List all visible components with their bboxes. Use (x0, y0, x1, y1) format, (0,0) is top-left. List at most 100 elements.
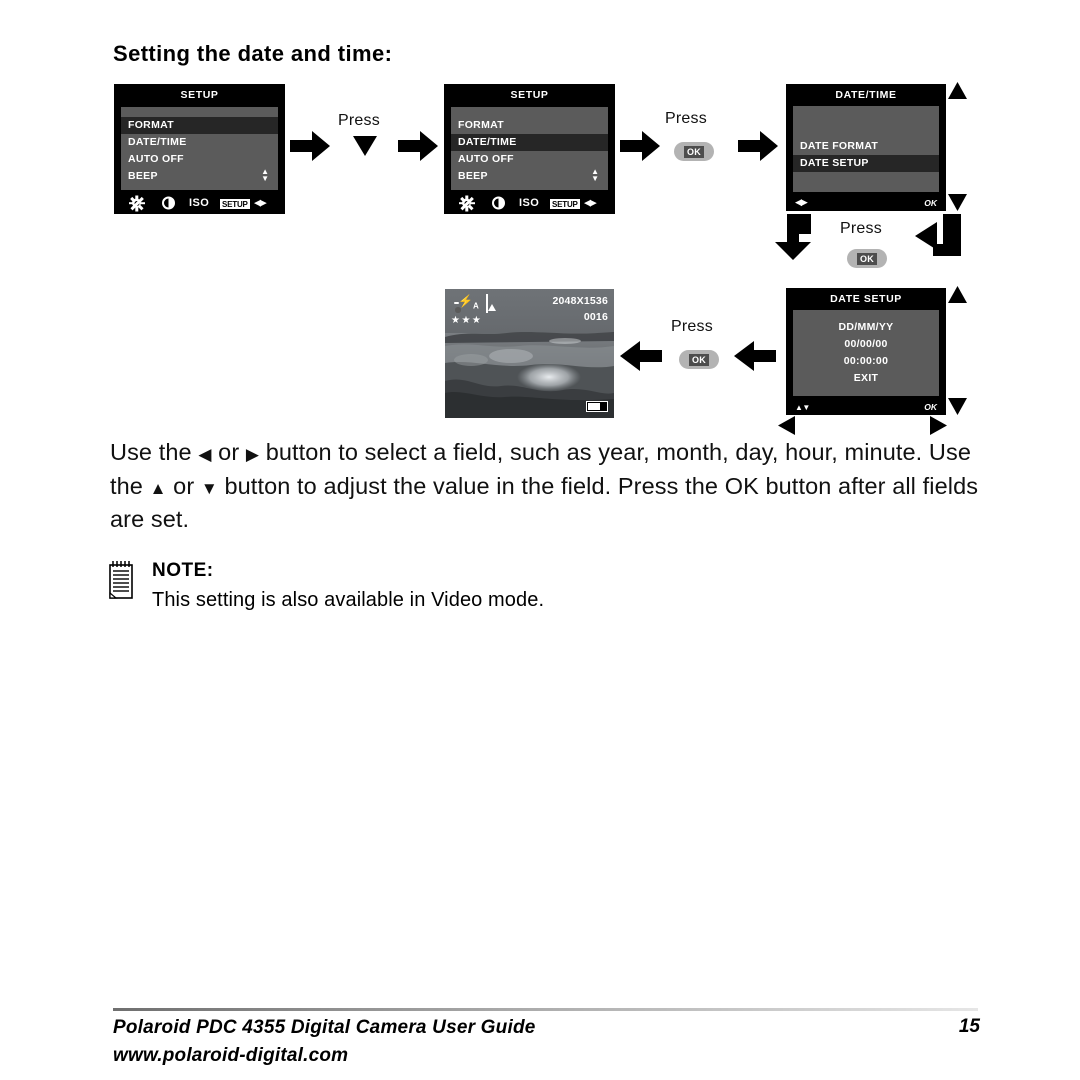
menu-item-date-setup[interactable]: DATE SETUP (793, 155, 939, 172)
scroll-up-down-icon: ▲ ▼ (591, 167, 599, 183)
down-triangle-icon: ▼ (200, 478, 218, 498)
contrast-icon[interactable] (492, 196, 505, 210)
menu-item-label: DATE SETUP (800, 157, 869, 169)
up-triangle-icon: ▲ (149, 478, 167, 498)
right-triangle-icon: ▶ (245, 445, 260, 464)
preview-mode-icon-group: ⚡A (451, 294, 488, 313)
footer-title: Polaroid PDC 4355 Digital Camera User Gu… (113, 1017, 536, 1038)
menu-item-label: AUTO OFF (458, 153, 514, 165)
time-value: 00:00:00 (843, 355, 889, 367)
flow-arrow-elbow-left (915, 214, 961, 256)
menu-item-beep[interactable]: BEEP (121, 168, 278, 185)
para-part-5: button to adjust the value in the field.… (110, 472, 979, 533)
menu-item-autooff[interactable]: AUTO OFF (121, 151, 278, 168)
ok-button-4[interactable]: OK (679, 350, 719, 369)
flow-arrow-elbow-down (775, 214, 817, 260)
menu-item-label: DATE/TIME (128, 136, 187, 148)
footer-url: www.polaroid-digital.com (113, 1045, 349, 1066)
menu-item-label: BEEP (458, 170, 488, 182)
ok-button-2[interactable]: OK (674, 142, 714, 161)
flow-arrow-right-4 (738, 131, 778, 161)
date-value-field[interactable]: 00/00/00 (793, 336, 939, 353)
menu-item-label: AUTO OFF (128, 153, 184, 165)
lcd-screen-datetime: DATE/TIME DATE FORMAT DATE SETUP ◀▶ OK (786, 84, 946, 211)
date-fields-panel: DD/MM/YY 00/00/00 00:00:00 EXIT (793, 310, 939, 396)
menu-item-beep[interactable]: BEEP (451, 168, 608, 185)
exit-label: EXIT (853, 372, 879, 384)
contrast-icon[interactable] (162, 196, 175, 210)
flow-arrow-left-1 (734, 341, 776, 371)
nav-right-triangle-datesetup[interactable] (930, 416, 947, 435)
flow-arrow-right-2 (398, 131, 438, 161)
menu-item-autooff[interactable]: AUTO OFF (451, 151, 608, 168)
press-label-1: Press (338, 112, 380, 129)
up-down-icon: ▲▼ (795, 403, 810, 412)
nav-up-triangle-datetime[interactable] (948, 82, 967, 99)
ok-button-3[interactable]: OK (847, 249, 887, 268)
lcd-screen-date-setup: DATE SETUP DD/MM/YY 00/00/00 00:00:00 EX… (786, 288, 946, 415)
sun-icon[interactable] (128, 195, 145, 211)
screen-title: DATE SETUP (830, 293, 902, 305)
menu-tab-bar: ISO SETUP ◀▶ (444, 192, 615, 214)
exit-field[interactable]: EXIT (793, 370, 939, 387)
menu-item-format[interactable]: FORMAT (121, 117, 278, 134)
setup-tab-badge[interactable]: SETUP (220, 194, 250, 212)
menu-item-label: DATE FORMAT (800, 140, 879, 152)
flow-arrow-right-3 (620, 131, 660, 161)
flow-arrow-left-2 (620, 341, 662, 371)
note-label: NOTE: (152, 560, 214, 581)
date-format-value: DD/MM/YY (838, 321, 894, 333)
nav-up-triangle-datesetup[interactable] (948, 286, 967, 303)
note-text: This setting is also available in Video … (152, 589, 545, 611)
left-right-icon: ◀▶ (795, 197, 808, 207)
menu-item-label: FORMAT (128, 119, 174, 131)
menu-panel: FORMAT DATE/TIME AUTO OFF BEEP ▲ ▼ (121, 107, 278, 190)
nav-down-triangle-datetime[interactable] (948, 194, 967, 211)
quality-stars: ★★★ (451, 315, 483, 326)
para-part-2: or (211, 439, 246, 465)
ok-hint-label: OK (924, 402, 937, 412)
menu-item-datetime[interactable]: DATE/TIME (121, 134, 278, 151)
nav-down-triangle-datesetup[interactable] (948, 398, 967, 415)
lcd-screen-setup-2: SETUP FORMAT DATE/TIME AUTO OFF BEEP ▲ ▼ … (444, 84, 615, 214)
sun-icon[interactable] (458, 195, 475, 211)
menu-panel: DATE FORMAT DATE SETUP (793, 106, 939, 192)
para-part-1: Use the (110, 439, 199, 465)
press-label-2: Press (665, 110, 707, 127)
nav-left-triangle-datesetup[interactable] (778, 416, 795, 435)
press-label-3: Press (840, 220, 882, 237)
menu-item-label: FORMAT (458, 119, 504, 131)
instruction-paragraph: Use the ◀ or ▶ button to select a field,… (110, 437, 990, 536)
footer-divider (113, 1008, 978, 1011)
portrait-icon (485, 294, 488, 313)
page-title: Setting the date and time: (113, 41, 393, 66)
menu-item-label: DATE/TIME (458, 136, 517, 148)
left-right-icon: ◀▶ (254, 197, 267, 208)
page-number: 15 (958, 1016, 980, 1037)
date-format-field[interactable]: DD/MM/YY (793, 319, 939, 336)
menu-tab-bar: ISO SETUP ◀▶ (114, 192, 285, 214)
menu-item-datetime[interactable]: DATE/TIME (451, 134, 608, 151)
iso-icon[interactable]: ISO (519, 197, 539, 209)
menu-item-format[interactable]: FORMAT (451, 117, 608, 134)
menu-item-label: BEEP (128, 170, 158, 182)
resolution-label: 2048X1536 (552, 295, 608, 307)
lcd-screen-camera-preview: ⚡A ★★★ 2048X1536 0016 (445, 289, 614, 418)
press-label-4: Press (671, 318, 713, 335)
left-triangle-icon: ◀ (198, 445, 212, 464)
time-value-field[interactable]: 00:00:00 (793, 353, 939, 370)
screen-title: SETUP (180, 89, 219, 101)
screen-title: SETUP (510, 89, 549, 101)
screen-title: DATE/TIME (835, 89, 897, 101)
manual-page: Setting the date and time: SETUP FORMAT … (0, 0, 1080, 1080)
para-part-4: or (166, 472, 201, 499)
iso-icon[interactable]: ISO (189, 197, 209, 209)
menu-item-date-format[interactable]: DATE FORMAT (793, 138, 939, 155)
left-right-icon: ◀▶ (584, 197, 597, 208)
flow-arrow-right-1 (290, 131, 330, 161)
down-arrow-icon-1 (353, 136, 377, 156)
scroll-up-down-icon: ▲ ▼ (261, 167, 269, 183)
setup-tab-badge[interactable]: SETUP (550, 194, 580, 212)
battery-icon (586, 401, 608, 412)
date-value: 00/00/00 (844, 338, 888, 350)
